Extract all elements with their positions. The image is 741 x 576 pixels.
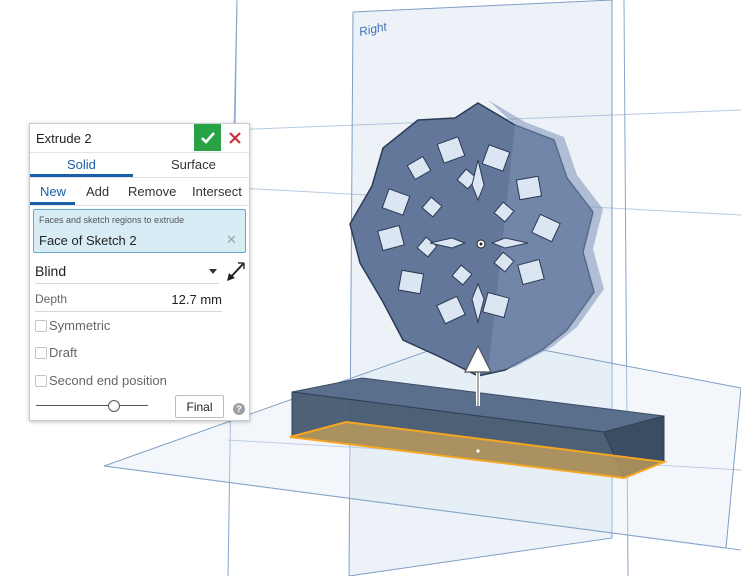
tab-new[interactable]: New xyxy=(40,184,66,199)
symmetric-option[interactable]: Symmetric xyxy=(35,318,215,336)
depth-field[interactable]: Depth 12.7 mm xyxy=(35,289,222,312)
extrude-feature-dialog: Extrude 2 Solid Surface New Add Remove I… xyxy=(29,123,250,421)
help-icon[interactable]: ? xyxy=(233,403,245,415)
tab-remove[interactable]: Remove xyxy=(128,184,176,199)
body-type-tabs: Solid Surface xyxy=(30,153,249,178)
tab-intersect[interactable]: Intersect xyxy=(192,184,242,199)
faces-selection-field[interactable]: Faces and sketch regions to extrude Face… xyxy=(33,209,246,253)
flip-direction-button[interactable] xyxy=(225,259,247,283)
close-icon xyxy=(229,132,241,144)
draft-label: Draft xyxy=(49,345,78,360)
active-tab-indicator xyxy=(30,174,133,177)
cancel-button[interactable] xyxy=(224,126,246,150)
active-tab-indicator xyxy=(30,202,75,205)
selection-item[interactable]: Face of Sketch 2 xyxy=(39,233,137,248)
second-end-position-label: Second end position xyxy=(49,373,167,388)
dialog-title: Extrude 2 xyxy=(36,131,92,146)
depth-value[interactable]: 12.7 mm xyxy=(171,292,222,307)
rollback-slider-track[interactable] xyxy=(36,405,148,406)
dialog-title-bar: Extrude 2 xyxy=(30,124,249,153)
final-button[interactable]: Final xyxy=(175,395,224,418)
direction-arrow-icon xyxy=(227,262,245,281)
chevron-down-icon xyxy=(209,269,217,274)
end-type-value: Blind xyxy=(35,263,67,279)
tab-add[interactable]: Add xyxy=(86,184,109,199)
second-end-position-option[interactable]: Second end position xyxy=(35,373,215,391)
symmetric-checkbox[interactable] xyxy=(35,320,47,332)
tab-solid[interactable]: Solid xyxy=(67,157,96,172)
draft-option[interactable]: Draft xyxy=(35,345,215,363)
depth-label: Depth xyxy=(35,292,68,306)
checkmark-icon xyxy=(200,131,215,144)
accept-button[interactable] xyxy=(194,124,221,151)
rollback-slider-thumb[interactable] xyxy=(108,400,120,412)
end-type-dropdown[interactable]: Blind xyxy=(35,259,219,284)
clear-selection-icon[interactable]: ✕ xyxy=(226,232,237,248)
tab-surface[interactable]: Surface xyxy=(171,157,216,172)
symmetric-label: Symmetric xyxy=(49,318,111,333)
selection-field-label: Faces and sketch regions to extrude xyxy=(39,215,185,225)
second-end-position-checkbox[interactable] xyxy=(35,375,47,387)
operation-tabs: New Add Remove Intersect xyxy=(30,178,249,206)
draft-checkbox[interactable] xyxy=(35,347,47,359)
